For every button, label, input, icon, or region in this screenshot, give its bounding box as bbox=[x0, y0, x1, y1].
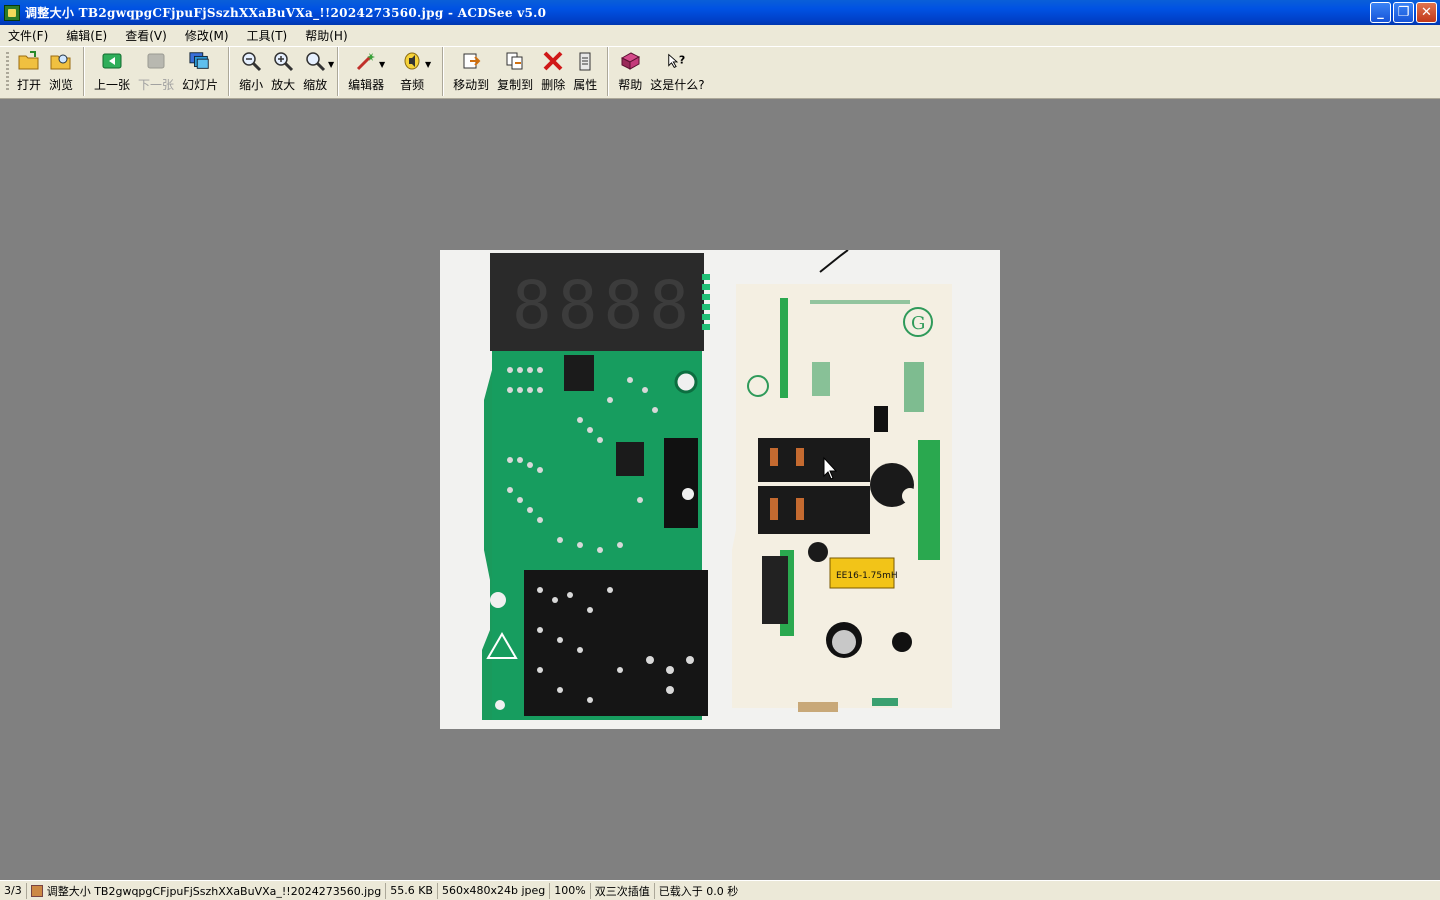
toolbar-group-help: 帮助 ? 这是什么? bbox=[614, 47, 714, 96]
minimize-button[interactable]: _ bbox=[1370, 2, 1391, 23]
magnifier-minus-icon bbox=[240, 50, 262, 72]
image-file-icon bbox=[30, 884, 43, 897]
status-load-time: 已载入于 0.0 秒 bbox=[658, 884, 739, 898]
status-zoom: 100% bbox=[550, 882, 591, 899]
magnifier-icon: ▼ bbox=[304, 50, 334, 72]
svg-text:?: ? bbox=[679, 54, 685, 67]
toolbar-group-file-ops: 移动到 复制到 删除 属性 bbox=[449, 47, 609, 96]
menu-file[interactable]: 文件(F) bbox=[4, 27, 52, 44]
previous-image-button[interactable]: 上一张 bbox=[90, 50, 134, 93]
status-interpolation: 双三次插值 bbox=[591, 882, 655, 899]
title-bar: 调整大小 TB2gwqpgCFjpuFjSszhXXaBuVXa_!!20242… bbox=[0, 0, 1440, 25]
menu-view[interactable]: 查看(V) bbox=[121, 27, 171, 44]
toolbar: 打开 浏览 上一张 下一张 幻灯片 缩小 放大 ▼ 缩放 ▼ 编辑器 ▼ 音频 … bbox=[0, 46, 1440, 99]
menu-tools[interactable]: 工具(T) bbox=[243, 27, 292, 44]
status-filename-cell: 调整大小 TB2gwqpgCFjpuFjSszhXXaBuVXa_!!20242… bbox=[27, 882, 387, 899]
window-title: 调整大小 TB2gwqpgCFjpuFjSszhXXaBuVXa_!!20242… bbox=[25, 6, 547, 20]
pcb-logo-letter: G bbox=[911, 313, 925, 334]
delete-x-icon bbox=[542, 50, 564, 72]
open-button[interactable]: 打开 bbox=[13, 50, 45, 93]
help-button[interactable]: 帮助 bbox=[614, 50, 646, 93]
whats-this-button[interactable]: ? 这是什么? bbox=[646, 50, 708, 93]
move-file-icon bbox=[460, 50, 482, 72]
open-folder-icon bbox=[18, 50, 40, 72]
status-image-index: 3/3 bbox=[0, 882, 27, 899]
menu-bar: 文件(F) 编辑(E) 查看(V) 修改(M) 工具(T) 帮助(H) 笔记本维… bbox=[0, 25, 1440, 81]
help-book-icon bbox=[619, 50, 641, 72]
toolbar-group-file: 打开 浏览 bbox=[6, 47, 85, 96]
editor-button[interactable]: ▼ 编辑器 bbox=[344, 50, 396, 93]
window-controls: _ ❐ ✕ bbox=[1370, 2, 1437, 23]
toolbar-group-zoom: 缩小 放大 ▼ 缩放 bbox=[235, 47, 339, 96]
copy-file-icon bbox=[504, 50, 526, 72]
copy-to-button[interactable]: 复制到 bbox=[493, 50, 537, 93]
editor-wand-icon: ▼ bbox=[355, 50, 385, 72]
status-file-size: 55.6 KB bbox=[386, 882, 438, 899]
browse-icon bbox=[50, 50, 72, 72]
restore-button[interactable]: ❐ bbox=[1393, 2, 1414, 23]
menu-help[interactable]: 帮助(H) bbox=[301, 27, 351, 44]
next-arrow-icon bbox=[145, 50, 167, 72]
delete-button[interactable]: 删除 bbox=[537, 50, 569, 93]
acdsee-app-icon[interactable] bbox=[4, 4, 20, 21]
status-bar: 3/3 调整大小 TB2gwqpgCFjpuFjSszhXXaBuVXa_!!2… bbox=[0, 880, 1440, 900]
close-button[interactable]: ✕ bbox=[1416, 2, 1437, 23]
pcb-photo: 8888 G EE16-1.75mH bbox=[440, 250, 1000, 729]
speaker-icon: ▼ bbox=[401, 50, 431, 72]
menu-edit[interactable]: 编辑(E) bbox=[62, 27, 111, 44]
toolbar-grip[interactable] bbox=[6, 52, 9, 92]
dropdown-arrow-icon[interactable]: ▼ bbox=[328, 60, 334, 69]
inductor-label: EE16-1.75mH bbox=[836, 571, 898, 581]
menu-modify[interactable]: 修改(M) bbox=[181, 27, 233, 44]
magnifier-plus-icon bbox=[272, 50, 294, 72]
dropdown-arrow-icon[interactable]: ▼ bbox=[425, 60, 431, 69]
pointer-question-icon: ? bbox=[666, 50, 688, 72]
zoom-in-button[interactable]: 放大 bbox=[267, 50, 299, 93]
browse-button[interactable]: 浏览 bbox=[45, 50, 77, 93]
properties-button[interactable]: 属性 bbox=[569, 50, 601, 93]
previous-arrow-icon bbox=[101, 50, 123, 72]
audio-button[interactable]: ▼ 音频 bbox=[396, 50, 436, 93]
pcb-photo-illustration: 8888 G EE16-1.75mH bbox=[440, 250, 1000, 729]
move-to-button[interactable]: 移动到 bbox=[449, 50, 493, 93]
status-dimensions: 560x480x24b jpeg bbox=[438, 882, 551, 899]
toolbar-group-tools: ▼ 编辑器 ▼ 音频 bbox=[344, 47, 444, 96]
zoom-out-button[interactable]: 缩小 bbox=[235, 50, 267, 93]
dropdown-arrow-icon[interactable]: ▼ bbox=[379, 60, 385, 69]
properties-icon bbox=[574, 50, 596, 72]
seven-segment-display: 8888 bbox=[512, 267, 695, 344]
slideshow-button[interactable]: 幻灯片 bbox=[178, 50, 222, 93]
status-filename: 调整大小 TB2gwqpgCFjpuFjSszhXXaBuVXa_!!20242… bbox=[46, 884, 382, 898]
zoom-button[interactable]: ▼ 缩放 bbox=[299, 50, 334, 93]
next-image-button[interactable]: 下一张 bbox=[134, 50, 178, 93]
slideshow-icon bbox=[189, 50, 211, 72]
toolbar-group-navigate: 上一张 下一张 幻灯片 bbox=[90, 47, 230, 96]
image-viewer-area[interactable]: 8888 G EE16-1.75mH bbox=[0, 99, 1440, 880]
